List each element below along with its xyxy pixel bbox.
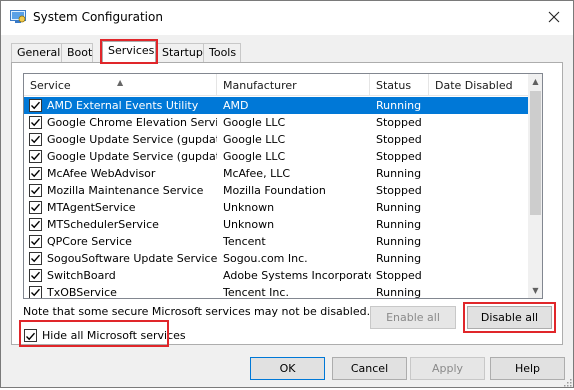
service-name: AMD External Events Utility xyxy=(47,99,199,112)
system-configuration-window: System Configuration General Boot Servic… xyxy=(0,0,574,388)
window-title: System Configuration xyxy=(33,10,163,24)
service-name: MTSchedulerService xyxy=(47,218,159,231)
service-name: Google Update Service (gupdatem) xyxy=(47,150,217,163)
service-status: Running xyxy=(376,252,422,265)
service-manufacturer: McAfee, LLC xyxy=(223,167,291,180)
service-checkbox[interactable] xyxy=(29,167,42,180)
service-checkbox[interactable] xyxy=(29,286,42,298)
service-manufacturer: Mozilla Foundation xyxy=(223,184,326,197)
service-checkbox[interactable] xyxy=(29,184,42,197)
apply-button[interactable]: Apply xyxy=(410,357,485,380)
service-manufacturer: Tencent Inc. xyxy=(223,286,289,299)
table-row[interactable]: McAfee WebAdvisor McAfee, LLC Running xyxy=(24,165,528,182)
table-row[interactable]: Mozilla Maintenance Service Mozilla Found… xyxy=(24,182,528,199)
service-name: Google Chrome Elevation Service xyxy=(47,116,217,129)
services-panel: Service ▲ Manufacturer Status Date Disab… xyxy=(11,62,563,347)
table-row[interactable]: MTAgentService Unknown Running xyxy=(24,199,528,216)
enable-all-button[interactable]: Enable all xyxy=(370,306,456,329)
system-configuration-icon xyxy=(10,10,26,24)
service-manufacturer: Tencent xyxy=(223,235,266,248)
service-name: SogouSoftware Update Service ... xyxy=(47,252,217,265)
service-status: Running xyxy=(376,218,422,231)
service-checkbox[interactable] xyxy=(29,235,42,248)
cancel-button[interactable]: Cancel xyxy=(332,357,407,380)
column-header-service[interactable]: Service ▲ xyxy=(24,74,217,96)
service-name: MTAgentService xyxy=(47,201,136,214)
checkbox-icon[interactable] xyxy=(24,329,37,342)
table-row[interactable]: QPCore Service Tencent Running xyxy=(24,233,528,250)
service-checkbox[interactable] xyxy=(29,269,42,282)
scroll-down-icon[interactable]: ▼ xyxy=(528,283,542,298)
service-checkbox[interactable] xyxy=(29,252,42,265)
service-checkbox[interactable] xyxy=(29,133,42,146)
hide-microsoft-services-label: Hide all Microsoft services xyxy=(42,329,186,342)
title-bar: System Configuration xyxy=(1,1,573,35)
service-status: Stopped xyxy=(376,150,422,163)
service-manufacturer: Unknown xyxy=(223,201,275,214)
tab-startup[interactable]: Startup xyxy=(156,43,204,62)
column-header-manufacturer[interactable]: Manufacturer xyxy=(217,74,370,96)
close-button[interactable] xyxy=(541,5,567,29)
vertical-scrollbar[interactable]: ▲ ▼ xyxy=(528,74,542,298)
table-row[interactable]: Google Update Service (gupdate) Google LL… xyxy=(24,131,528,148)
ok-button[interactable]: OK xyxy=(250,357,325,380)
disable-all-button[interactable]: Disable all xyxy=(467,306,552,329)
service-checkbox[interactable] xyxy=(29,99,42,112)
service-manufacturer: Unknown xyxy=(223,218,275,231)
scroll-up-icon[interactable]: ▲ xyxy=(528,74,542,89)
service-checkbox[interactable] xyxy=(29,116,42,129)
service-manufacturer: Sogou.com Inc. xyxy=(223,252,308,265)
table-row[interactable]: Google Chrome Elevation Service Google LL… xyxy=(24,114,528,131)
table-row[interactable]: TxOBService Tencent Inc. Running xyxy=(24,284,528,299)
service-manufacturer: Google LLC xyxy=(223,116,286,129)
service-status: Running xyxy=(376,99,422,112)
service-name: McAfee WebAdvisor xyxy=(47,167,156,180)
tab-boot[interactable]: Boot xyxy=(61,43,93,62)
tab-services[interactable]: Services xyxy=(102,41,156,63)
service-manufacturer: Google LLC xyxy=(223,150,286,163)
resize-grip-icon[interactable] xyxy=(562,377,572,387)
service-name: QPCore Service xyxy=(47,235,132,248)
secure-services-note: Note that some secure Microsoft services… xyxy=(23,305,371,318)
service-status: Stopped xyxy=(376,116,422,129)
table-row[interactable]: SogouSoftware Update Service ... Sogou.co… xyxy=(24,250,528,267)
table-row[interactable]: MTSchedulerService Unknown Running xyxy=(24,216,528,233)
tab-general[interactable]: General xyxy=(11,43,62,62)
service-name: Google Update Service (gupdate) xyxy=(47,133,217,146)
service-status: Running xyxy=(376,286,422,299)
service-status: Running xyxy=(376,201,422,214)
service-checkbox[interactable] xyxy=(29,201,42,214)
column-header-label: Service xyxy=(30,79,71,92)
service-manufacturer: Adobe Systems Incorporated xyxy=(223,269,371,282)
tab-tools[interactable]: Tools xyxy=(203,43,241,62)
column-header-status[interactable]: Status xyxy=(370,74,429,96)
service-checkbox[interactable] xyxy=(29,218,42,231)
service-name: TxOBService xyxy=(47,286,117,299)
table-row[interactable]: AMD External Events Utility AMD Running xyxy=(24,97,528,114)
close-icon xyxy=(548,11,560,23)
service-status: Stopped xyxy=(376,133,422,146)
help-button[interactable]: Help xyxy=(490,357,565,380)
service-name: SwitchBoard xyxy=(47,269,116,282)
service-status: Stopped xyxy=(376,184,422,197)
service-status: Stopped xyxy=(376,269,422,282)
column-header-date-disabled[interactable]: Date Disabled xyxy=(429,74,528,96)
table-row[interactable]: Google Update Service (gupdatem) Google L… xyxy=(24,148,528,165)
service-rows: AMD External Events Utility AMD Running Goo… xyxy=(24,97,528,299)
scroll-thumb[interactable] xyxy=(530,91,541,215)
service-checkbox[interactable] xyxy=(29,150,42,163)
services-list[interactable]: Service ▲ Manufacturer Status Date Disab… xyxy=(23,73,543,299)
service-name: Mozilla Maintenance Service xyxy=(47,184,204,197)
service-status: Running xyxy=(376,167,422,180)
sort-ascending-icon: ▲ xyxy=(117,78,124,87)
service-manufacturer: Google LLC xyxy=(223,133,286,146)
service-manufacturer: AMD xyxy=(223,99,249,112)
service-status: Running xyxy=(376,235,422,248)
table-row[interactable]: SwitchBoard Adobe Systems Incorporated Sto… xyxy=(24,267,528,284)
list-header: Service ▲ Manufacturer Status Date Disab… xyxy=(24,74,528,96)
